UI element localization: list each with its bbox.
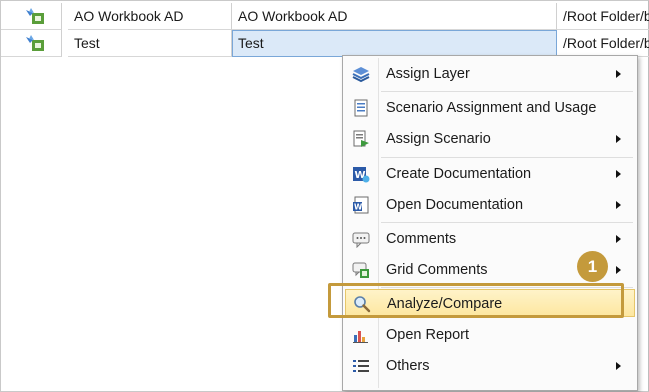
menu-item-others[interactable]: Others [345,352,635,380]
name-cell[interactable]: AO Workbook AD [68,3,232,30]
menu-item-label: Assign Layer [386,66,470,82]
name-cell[interactable]: Test [68,30,232,57]
menu-item-label: Open Report [386,327,470,343]
menu-item-open-report[interactable]: Open Report [345,321,635,349]
word-document-icon: W [353,196,369,214]
workbook-icon [26,8,44,24]
menu-separator [381,91,633,92]
menu-item-label: Comments [386,231,457,247]
menu-item-scenario-assignment[interactable]: Scenario Assignment and Usage [345,94,635,122]
document-list-icon [354,99,368,117]
path-cell[interactable]: /Root Folder/b [557,3,649,30]
menu-item-comments[interactable]: Comments [345,225,635,253]
menu-item-label: Create Documentation [386,166,532,182]
menu-item-assign-scenario[interactable]: Assign Scenario [345,125,635,153]
menu-separator [381,222,633,223]
word-create-icon: W [353,167,370,183]
table-row[interactable]: AO Workbook AD AO Workbook AD /Root Fold… [1,3,649,30]
submenu-arrow-icon [616,266,621,274]
callout-number-badge: 1 [577,251,608,282]
menu-item-open-documentation[interactable]: W Open Documentation [345,191,635,219]
row-icon-cell [1,30,62,57]
callout-highlight-box [328,283,624,318]
list-icon [353,360,369,372]
menu-separator [381,157,633,158]
menu-item-label: Open Documentation [386,197,524,213]
submenu-arrow-icon [616,170,621,178]
menu-item-label: Others [386,358,430,374]
layers-icon [352,67,370,83]
menu-item-label: Scenario Assignment and Usage [386,100,597,116]
submenu-arrow-icon [616,362,621,370]
workbook-grid: AO Workbook AD AO Workbook AD /Root Fold… [1,3,649,57]
description-cell-selected[interactable]: Test [232,30,557,57]
menu-item-label: Grid Comments [386,262,488,278]
table-row[interactable]: Test Test /Root Folder/b [1,30,649,57]
menu-item-label: Assign Scenario [386,131,491,147]
context-menu: Assign Layer Scenario Assignment and Usa… [342,55,638,391]
submenu-arrow-icon [616,201,621,209]
menu-item-create-documentation[interactable]: W Create Documentation [345,160,635,188]
assign-scenario-icon [353,130,369,147]
comment-bubble-icon [352,232,370,248]
report-chart-icon [353,331,368,343]
workbook-icon [26,35,44,51]
description-cell[interactable]: AO Workbook AD [232,3,557,30]
menu-item-assign-layer[interactable]: Assign Layer [345,60,635,88]
submenu-arrow-icon [616,135,621,143]
grid-comments-icon [352,262,369,278]
submenu-arrow-icon [616,235,621,243]
row-icon-cell [1,3,62,30]
path-cell[interactable]: /Root Folder/b [557,30,649,57]
svg-text:W: W [354,203,363,212]
submenu-arrow-icon [616,70,621,78]
